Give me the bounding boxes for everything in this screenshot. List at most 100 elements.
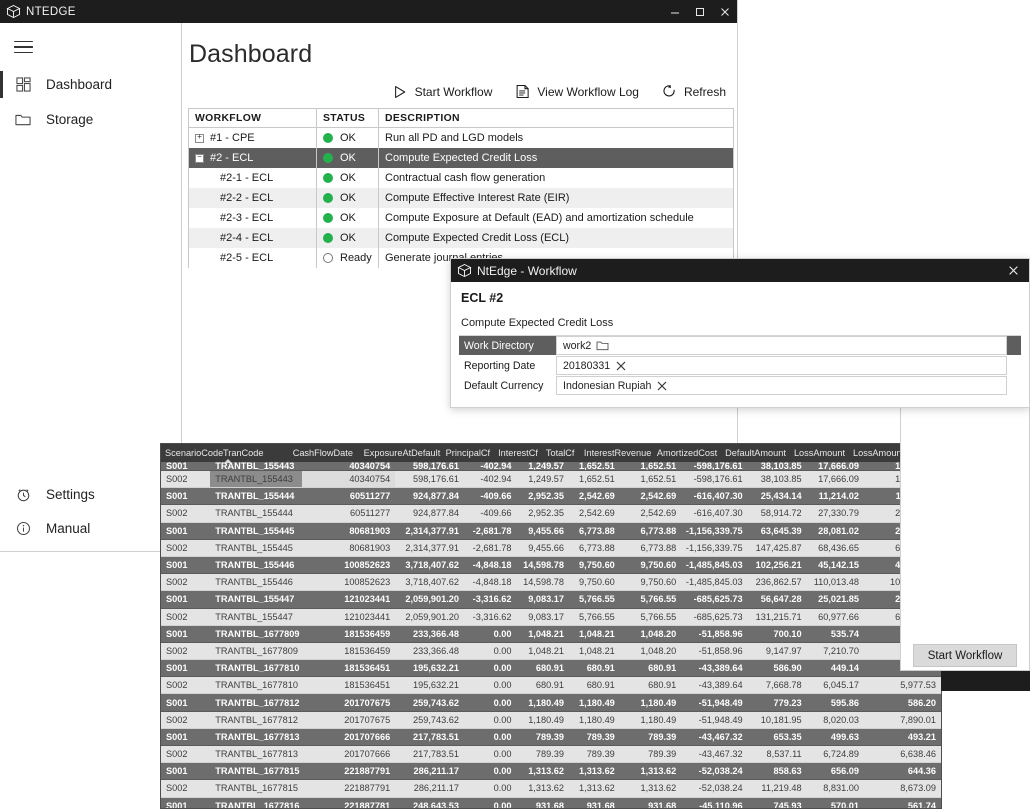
grid-cell-interestcf[interactable]: 1,313.62 <box>516 763 569 781</box>
grid-row[interactable]: S002 TRANTBL_155446 100852623 3,718,407.62-… <box>161 574 941 592</box>
grid-cell-interestrevenue[interactable]: 5,766.55 <box>619 591 682 609</box>
grid-cell-lossamount[interactable]: 449.14 <box>806 660 864 678</box>
grid-cell-interestrevenue[interactable]: 2,542.69 <box>619 488 682 506</box>
grid-cell-cashflowdate[interactable]: 60511277 <box>301 488 396 506</box>
grid-cell-lossamount[interactable]: 6,724.89 <box>806 746 864 764</box>
grid-cell-trancode[interactable]: TRANTBL_1677810 <box>210 660 302 678</box>
grid-cell-totalcf[interactable]: 6,773.88 <box>568 540 620 557</box>
grid-cell-trancode[interactable]: TRANTBL_1677813 <box>210 729 302 746</box>
grid-cell-scenariocode[interactable]: S002 <box>161 746 211 764</box>
collapse-icon[interactable]: − <box>195 153 204 163</box>
grid-cell-trancode[interactable]: TRANTBL_1677810 <box>210 677 302 695</box>
grid-cell-trancode[interactable]: TRANTBL_1677813 <box>210 746 302 764</box>
grid-row[interactable]: S001 TRANTBL_1677813 201707666 217,783.51 0.… <box>161 728 941 746</box>
grid-cell-exposureatdefault[interactable]: 3,718,407.62 <box>395 557 465 575</box>
grid-cell-exposureatdefault[interactable]: 3,718,407.62 <box>395 574 465 592</box>
grid-cell-interestrevenue[interactable]: 6,773.88 <box>619 523 682 540</box>
grid-cell-totalcf[interactable]: 1,313.62 <box>568 763 620 781</box>
grid-cell-interestrevenue[interactable]: 1,313.62 <box>619 763 682 781</box>
grid-cell-cashflowdate[interactable]: 221887791 <box>301 763 396 781</box>
grid-cell-amortizedcost[interactable]: -1,485,845.03 <box>681 557 748 575</box>
grid-cell-scenariocode[interactable]: S002 <box>161 712 211 729</box>
grid-cell-amortizedcost[interactable]: -1,156,339.75 <box>681 540 748 557</box>
grid-cell-defaultamount[interactable]: 25,434.14 <box>747 488 807 506</box>
grid-cell-lossamount[interactable]: 8,831.00 <box>806 780 864 798</box>
expand-icon[interactable]: + <box>195 133 204 143</box>
grid-cell-interestcf[interactable]: 9,083.17 <box>516 591 569 609</box>
grid-cell-lossamountpresentvalue[interactable]: 561.74 <box>864 798 941 808</box>
grid-cell-scenariocode[interactable]: S002 <box>161 677 211 695</box>
grid-cell-interestrevenue[interactable]: 6,773.88 <box>619 540 682 557</box>
grid-cell-amortizedcost[interactable]: -685,625.73 <box>681 591 748 609</box>
grid-column-header-interestcf[interactable]: InterestCf <box>494 444 542 462</box>
grid-column-header-trancode[interactable]: TranCode <box>219 444 289 463</box>
grid-row[interactable]: S002 TRANTBL_1677813 201707666 217,783.51 0.… <box>161 746 941 764</box>
grid-column-header-defaultamount[interactable]: DefaultAmount <box>721 444 790 462</box>
grid-cell-cashflowdate[interactable]: 201707666 <box>301 729 396 746</box>
grid-cell-amortizedcost[interactable]: -45,110.96 <box>681 798 747 808</box>
grid-column-header-interestrevenue[interactable]: InterestRevenue <box>580 444 653 462</box>
grid-cell-amortizedcost[interactable]: -685,625.73 <box>681 609 748 626</box>
grid-cell-totalcf[interactable]: 6,773.88 <box>568 523 620 540</box>
grid-cell-totalcf[interactable]: 1,180.49 <box>568 694 620 712</box>
grid-cell-exposureatdefault[interactable]: 233,366.48 <box>395 626 465 643</box>
grid-cell-principalcf[interactable]: 0.00 <box>464 746 517 764</box>
grid-cell-lossamount[interactable]: 28,081.02 <box>806 523 864 540</box>
grid-cell-principalcf[interactable]: 0.00 <box>464 780 517 798</box>
hamburger-icon[interactable] <box>0 27 46 67</box>
grid-cell-exposureatdefault[interactable]: 195,632.21 <box>395 677 465 695</box>
grid-cell-principalcf[interactable]: 0.00 <box>464 626 517 643</box>
grid-cell-scenariocode[interactable]: S001 <box>161 660 211 678</box>
grid-cell-interestcf[interactable]: 1,180.49 <box>516 694 569 712</box>
grid-cell-interestcf[interactable]: 2,952.35 <box>516 488 569 506</box>
grid-cell-exposureatdefault[interactable]: 2,059,901.20 <box>395 591 465 609</box>
grid-cell-interestcf[interactable]: 9,455.66 <box>516 540 569 557</box>
grid-cell-exposureatdefault[interactable]: 924,877.84 <box>395 488 465 506</box>
grid-cell-cashflowdate[interactable]: 80681903 <box>301 540 396 557</box>
grid-cell-interestrevenue[interactable]: 9,750.60 <box>619 574 682 592</box>
grid-cell-lossamount[interactable]: 60,977.66 <box>806 609 864 626</box>
grid-cell-cashflowdate[interactable]: 40340754 <box>301 462 396 471</box>
grid-cell-lossamount[interactable]: 27,330.79 <box>806 505 864 523</box>
grid-cell-amortizedcost[interactable]: -616,407.30 <box>681 505 748 523</box>
grid-cell-defaultamount[interactable]: 10,181.95 <box>747 712 807 729</box>
workflow-row[interactable]: #2-3 - ECL OK Compute Exposure at Default … <box>189 208 733 228</box>
grid-cell-totalcf[interactable]: 789.39 <box>568 729 620 746</box>
grid-cell-totalcf[interactable]: 2,542.69 <box>568 505 620 523</box>
grid-cell-trancode[interactable]: TRANTBL_155444 <box>210 488 302 506</box>
grid-cell-exposureatdefault[interactable]: 195,632.21 <box>395 660 465 678</box>
grid-cell-totalcf[interactable]: 1,313.62 <box>568 780 620 798</box>
grid-cell-amortizedcost[interactable]: -616,407.30 <box>681 488 748 506</box>
grid-cell-principalcf[interactable]: -402.94 <box>464 471 517 489</box>
grid-cell-amortizedcost[interactable]: -598,176.61 <box>681 462 748 471</box>
grid-cell-exposureatdefault[interactable]: 2,314,377.91 <box>395 523 465 540</box>
grid-cell-totalcf[interactable]: 1,180.49 <box>568 712 620 729</box>
results-data-grid[interactable]: ScenarioCode TranCode CashFlowDate Exposure… <box>160 443 942 809</box>
grid-row[interactable]: S002 TRANTBL_1677812 201707675 259,743.62 0.… <box>161 711 941 729</box>
grid-cell-exposureatdefault[interactable]: 286,211.17 <box>395 780 465 798</box>
grid-cell-totalcf[interactable]: 1,652.51 <box>568 462 620 471</box>
grid-cell-totalcf[interactable]: 9,750.60 <box>568 557 620 575</box>
grid-cell-cashflowdate[interactable]: 121023441 <box>301 591 396 609</box>
grid-cell-totalcf[interactable]: 1,652.51 <box>568 471 620 489</box>
folder-icon[interactable] <box>591 340 613 351</box>
grid-cell-amortizedcost[interactable]: -43,389.64 <box>681 660 748 678</box>
grid-cell-defaultamount[interactable]: 586.90 <box>747 660 807 678</box>
workflow-row[interactable]: + #1 - CPE OK Run all PD and LGD models <box>189 128 733 148</box>
grid-cell-interestcf[interactable]: 680.91 <box>516 677 569 695</box>
grid-cell-interestcf[interactable]: 1,313.62 <box>516 780 569 798</box>
grid-cell-defaultamount[interactable]: 700.10 <box>747 626 807 643</box>
grid-cell-principalcf[interactable]: -4,848.18 <box>464 557 517 575</box>
grid-cell-scenariocode[interactable]: S001 <box>161 591 211 609</box>
grid-cell-totalcf[interactable]: 1,048.21 <box>568 643 620 661</box>
grid-cell-lossamount[interactable]: 570.01 <box>807 798 864 808</box>
grid-cell-exposureatdefault[interactable]: 217,783.51 <box>395 729 465 746</box>
grid-cell-lossamount[interactable]: 6,045.17 <box>806 677 864 695</box>
grid-row[interactable]: S001 TRANTBL_155446 100852623 3,718,407.62-… <box>161 556 941 575</box>
grid-cell-scenariocode[interactable]: S002 <box>161 471 211 489</box>
grid-cell-interestcf[interactable]: 2,952.35 <box>516 505 569 523</box>
grid-row[interactable]: S001 TRANTBL_155447 121023441 2,059,901.20-… <box>161 591 941 609</box>
workflow-row[interactable]: #2-2 - ECL OK Compute Effective Interest R… <box>189 188 733 208</box>
grid-cell-defaultamount[interactable]: 102,256.21 <box>747 557 807 575</box>
view-workflow-log-button[interactable]: View Workflow Log <box>511 81 642 102</box>
